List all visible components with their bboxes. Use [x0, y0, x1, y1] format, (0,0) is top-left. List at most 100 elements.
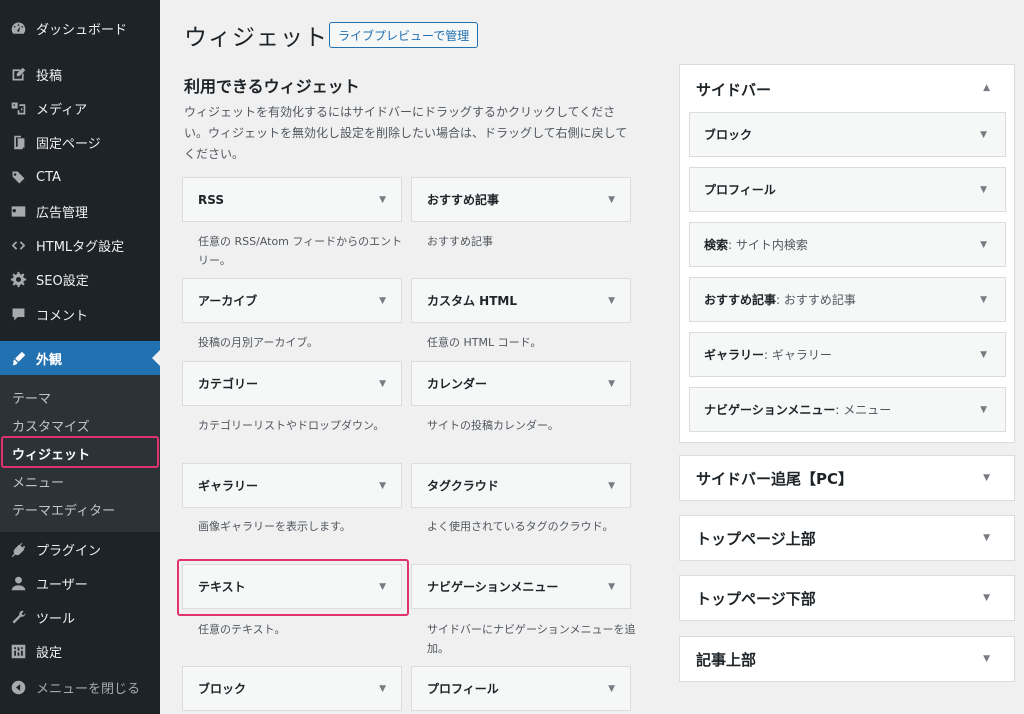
widget-profile[interactable]: プロフィール ▼: [411, 666, 631, 711]
submenu-item-menus[interactable]: メニュー: [0, 467, 160, 495]
caret-down-icon[interactable]: ▼: [980, 405, 987, 415]
widget-categories[interactable]: カテゴリー ▼: [182, 361, 402, 406]
widget-rss[interactable]: RSS ▼: [182, 177, 402, 222]
area-widget-profile[interactable]: プロフィール ▼: [689, 167, 1006, 212]
widget-title: アーカイブ: [198, 294, 258, 308]
widget-area-title: サイドバー: [696, 81, 772, 99]
available-widgets-description: ウィジェットを有効化するにはサイドバーにドラッグするかクリックしてください。ウィ…: [184, 105, 628, 161]
widget-description: 任意の HTML コード。: [427, 336, 542, 349]
caret-down-icon[interactable]: ▼: [608, 296, 615, 306]
area-widget-gallery[interactable]: ギャラリー: ギャラリー ▼: [689, 332, 1006, 377]
area-widget-search[interactable]: 検索: サイト内検索 ▼: [689, 222, 1006, 267]
menu-item-pages[interactable]: 固定ページ: [0, 125, 160, 159]
area-widget-block[interactable]: ブロック ▼: [689, 112, 1006, 157]
caret-down-icon[interactable]: ▼: [608, 481, 615, 491]
widget-title: ナビゲーションメニュー: [427, 580, 559, 594]
widget-area-top-page-upper[interactable]: トップページ上部 ▼: [679, 515, 1015, 561]
widget-description: サイドバーにナビゲーションメニューを追加。: [427, 623, 636, 655]
widget-description: カテゴリーリストやドロップダウン。: [198, 419, 385, 432]
area-widget-subtitle: : ギャラリー: [764, 348, 832, 362]
caret-down-icon[interactable]: ▼: [608, 684, 615, 694]
menu-item-tools[interactable]: ツール: [0, 600, 160, 634]
caret-down-icon[interactable]: ▼: [983, 593, 990, 603]
caret-down-icon[interactable]: ▼: [379, 379, 386, 389]
widget-navigation-menu[interactable]: ナビゲーションメニュー ▼: [411, 564, 631, 609]
caret-down-icon[interactable]: ▼: [980, 350, 987, 360]
area-widget-subtitle: : おすすめ記事: [776, 293, 856, 307]
widget-recommended-posts[interactable]: おすすめ記事 ▼: [411, 177, 631, 222]
menu-item-settings[interactable]: 設定: [0, 634, 160, 668]
widget-text[interactable]: テキスト ▼: [182, 564, 402, 609]
caret-down-icon[interactable]: ▼: [983, 473, 990, 483]
live-preview-button[interactable]: ライブプレビューで管理: [329, 22, 479, 48]
area-widget-name: プロフィール: [704, 183, 776, 197]
widget-calendar[interactable]: カレンダー ▼: [411, 361, 631, 406]
caret-down-icon[interactable]: ▼: [980, 185, 987, 195]
widget-description: サイトの投稿カレンダー。: [427, 419, 559, 432]
post-icon: [8, 64, 28, 84]
appearance-icon: [8, 348, 28, 368]
menu-item-seo[interactable]: SEO設定: [0, 262, 160, 296]
collapse-menu-button[interactable]: メニューを閉じる: [0, 670, 160, 704]
widget-block[interactable]: ブロック ▼: [182, 666, 402, 711]
widget-gallery[interactable]: ギャラリー ▼: [182, 463, 402, 508]
caret-down-icon[interactable]: ▼: [980, 130, 987, 140]
widget-tag-cloud[interactable]: タグクラウド ▼: [411, 463, 631, 508]
widget-title: カテゴリー: [198, 377, 259, 391]
widget-custom-html[interactable]: カスタム HTML ▼: [411, 278, 631, 323]
menu-item-ads[interactable]: 広告管理: [0, 194, 160, 228]
menu-item-posts[interactable]: 投稿: [0, 57, 160, 91]
media-icon: [8, 98, 28, 118]
area-widget-recommended-posts[interactable]: おすすめ記事: おすすめ記事 ▼: [689, 277, 1006, 322]
widget-description: 任意のテキスト。: [198, 623, 286, 636]
menu-item-media[interactable]: メディア: [0, 91, 160, 125]
widget-area-sidebar-follow-pc[interactable]: サイドバー追尾【PC】 ▼: [679, 455, 1015, 501]
widget-title: テキスト: [198, 580, 246, 594]
widget-area-sidebar: サイドバー ▲ ブロック ▼ プロフィール ▼ 検索: サイト内検索 ▼ おすす…: [679, 64, 1015, 443]
caret-down-icon[interactable]: ▼: [980, 295, 987, 305]
caret-down-icon[interactable]: ▼: [608, 195, 615, 205]
widget-area-title: サイドバー追尾【PC】: [696, 469, 854, 488]
page-icon: [8, 132, 28, 152]
submenu-item-customize[interactable]: カスタマイズ: [0, 411, 160, 439]
submenu-item-widgets[interactable]: ウィジェット: [0, 439, 160, 467]
tool-icon: [8, 607, 28, 627]
widget-area-title: 記事上部: [696, 650, 757, 669]
widget-title: タグクラウド: [427, 479, 499, 493]
cta-icon: [8, 167, 28, 187]
menu-label: ユーザー: [36, 577, 88, 593]
caret-down-icon[interactable]: ▼: [379, 582, 386, 592]
submenu-item-theme-editor[interactable]: テーマエディター: [0, 495, 160, 523]
caret-up-icon[interactable]: ▲: [983, 83, 990, 93]
caret-down-icon[interactable]: ▼: [608, 379, 615, 389]
widget-area-top-page-lower[interactable]: トップページ下部 ▼: [679, 575, 1015, 621]
menu-item-plugins[interactable]: プラグイン: [0, 532, 160, 566]
caret-down-icon[interactable]: ▼: [980, 240, 987, 250]
appearance-submenu: テーマ カスタマイズ ウィジェット メニュー テーマエディター: [0, 375, 160, 532]
caret-down-icon[interactable]: ▼: [983, 533, 990, 543]
menu-label: 固定ページ: [36, 136, 101, 152]
menu-item-cta[interactable]: CTA: [0, 160, 160, 194]
caret-down-icon[interactable]: ▼: [608, 582, 615, 592]
menu-label: ダッシュボード: [36, 22, 128, 38]
caret-down-icon[interactable]: ▼: [379, 195, 386, 205]
caret-down-icon[interactable]: ▼: [379, 481, 386, 491]
caret-down-icon[interactable]: ▼: [379, 684, 386, 694]
widget-title: ギャラリー: [198, 479, 259, 493]
area-widget-navigation-menu[interactable]: ナビゲーションメニュー: メニュー ▼: [689, 387, 1006, 432]
menu-item-dashboard[interactable]: ダッシュボード: [0, 11, 160, 45]
menu-item-appearance[interactable]: 外観: [0, 341, 160, 375]
menu-item-html-tags[interactable]: HTMLタグ設定: [0, 228, 160, 262]
menu-item-users[interactable]: ユーザー: [0, 566, 160, 600]
menu-label: プラグイン: [36, 543, 102, 559]
submenu-item-theme[interactable]: テーマ: [0, 383, 160, 411]
widget-archives[interactable]: アーカイブ ▼: [182, 278, 402, 323]
widget-area-article-top[interactable]: 記事上部 ▼: [679, 636, 1015, 682]
widget-description: 投稿の月別アーカイブ。: [198, 336, 319, 349]
menu-label: ツール: [36, 611, 76, 627]
widget-area-title: トップページ上部: [696, 529, 816, 548]
caret-down-icon[interactable]: ▼: [983, 654, 990, 664]
menu-item-comments[interactable]: コメント: [0, 297, 160, 331]
widget-title: カスタム HTML: [427, 294, 517, 308]
caret-down-icon[interactable]: ▼: [379, 296, 386, 306]
